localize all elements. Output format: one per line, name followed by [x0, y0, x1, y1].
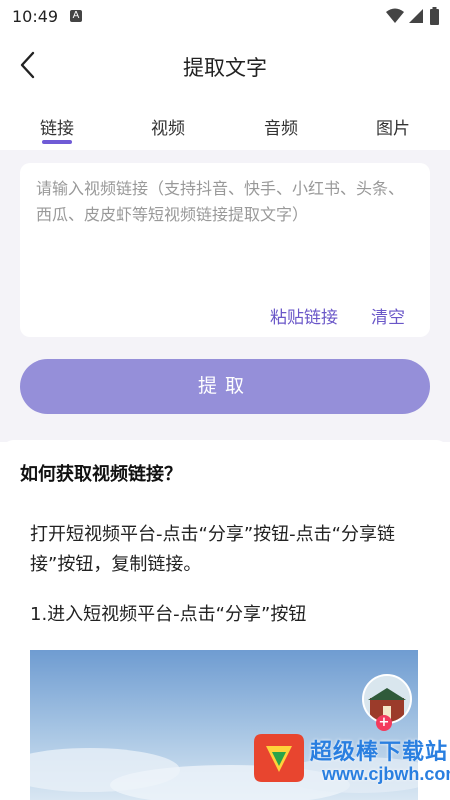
watermark-url: www.cjbwh.com [322, 764, 450, 784]
active-tab-indicator [42, 140, 72, 144]
header: 提取文字 [0, 34, 450, 96]
signal-icon [409, 9, 423, 23]
tab-audio[interactable]: 音频 [246, 114, 316, 139]
watermark-logo-icon [254, 734, 304, 782]
tab-image[interactable]: 图片 [358, 114, 428, 139]
extract-button[interactable]: 提取 [20, 359, 430, 414]
guide-step-1: 1.进入短视频平台-点击“分享”按钮 [30, 604, 307, 625]
guide-title: 如何获取视频链接？ [20, 464, 182, 485]
tab-video[interactable]: 视频 [133, 114, 203, 139]
watermark-name: 超级棒下载站 [310, 740, 449, 765]
link-input[interactable]: 请输入视频链接（支持抖音、快手、小红书、头条、西瓜、皮皮虾等短视频链接提取文字） [36, 176, 416, 228]
wifi-icon [386, 8, 404, 23]
watermark: 超级棒下载站 www.cjbwh.com [252, 720, 450, 800]
tab-bar: 链接 视频 音频 图片 [0, 108, 450, 152]
battery-icon [430, 7, 439, 25]
guide-description: 打开短视频平台-点击“分享”按钮-点击“分享链接”按钮，复制链接。 [30, 524, 395, 575]
paste-link-button[interactable]: 粘贴链接 [270, 303, 338, 328]
a-notification-icon: A [70, 10, 82, 22]
link-input-card[interactable]: 请输入视频链接（支持抖音、快手、小红书、头条、西瓜、皮皮虾等短视频链接提取文字）… [20, 163, 430, 337]
clear-button[interactable]: 清空 [371, 303, 405, 328]
page-title: 提取文字 [183, 56, 267, 80]
status-bar: 10:49 A [0, 0, 450, 34]
tab-link[interactable]: 链接 [22, 114, 92, 139]
status-time: 10:49 [12, 7, 59, 26]
